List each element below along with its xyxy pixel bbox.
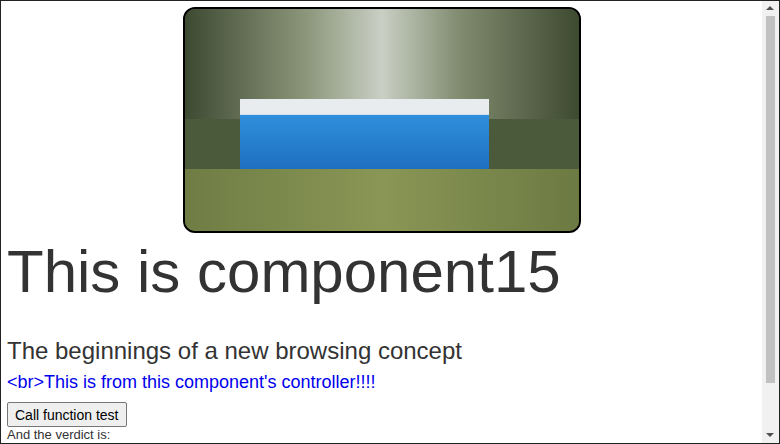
page-content: This is component15 The beginnings of a n… [1,1,762,443]
scroll-down-icon[interactable] [762,428,779,443]
controller-message: <br>This is from this component's contro… [7,371,756,393]
scrollbar-thumb[interactable] [766,16,775,383]
scrollbar-track[interactable] [762,16,779,428]
browser-frame: This is component15 The beginnings of a n… [0,0,780,444]
page-subheading: The beginnings of a new browsing concept [7,337,756,365]
call-function-button[interactable]: Call function test [7,402,127,427]
scroll-up-icon[interactable] [762,1,779,16]
photo-container [7,7,756,233]
page-heading: This is component15 [7,239,756,305]
tent-photo [183,7,581,233]
verdict-label: And the verdict is: [7,427,756,442]
scrollbar[interactable] [762,1,779,443]
